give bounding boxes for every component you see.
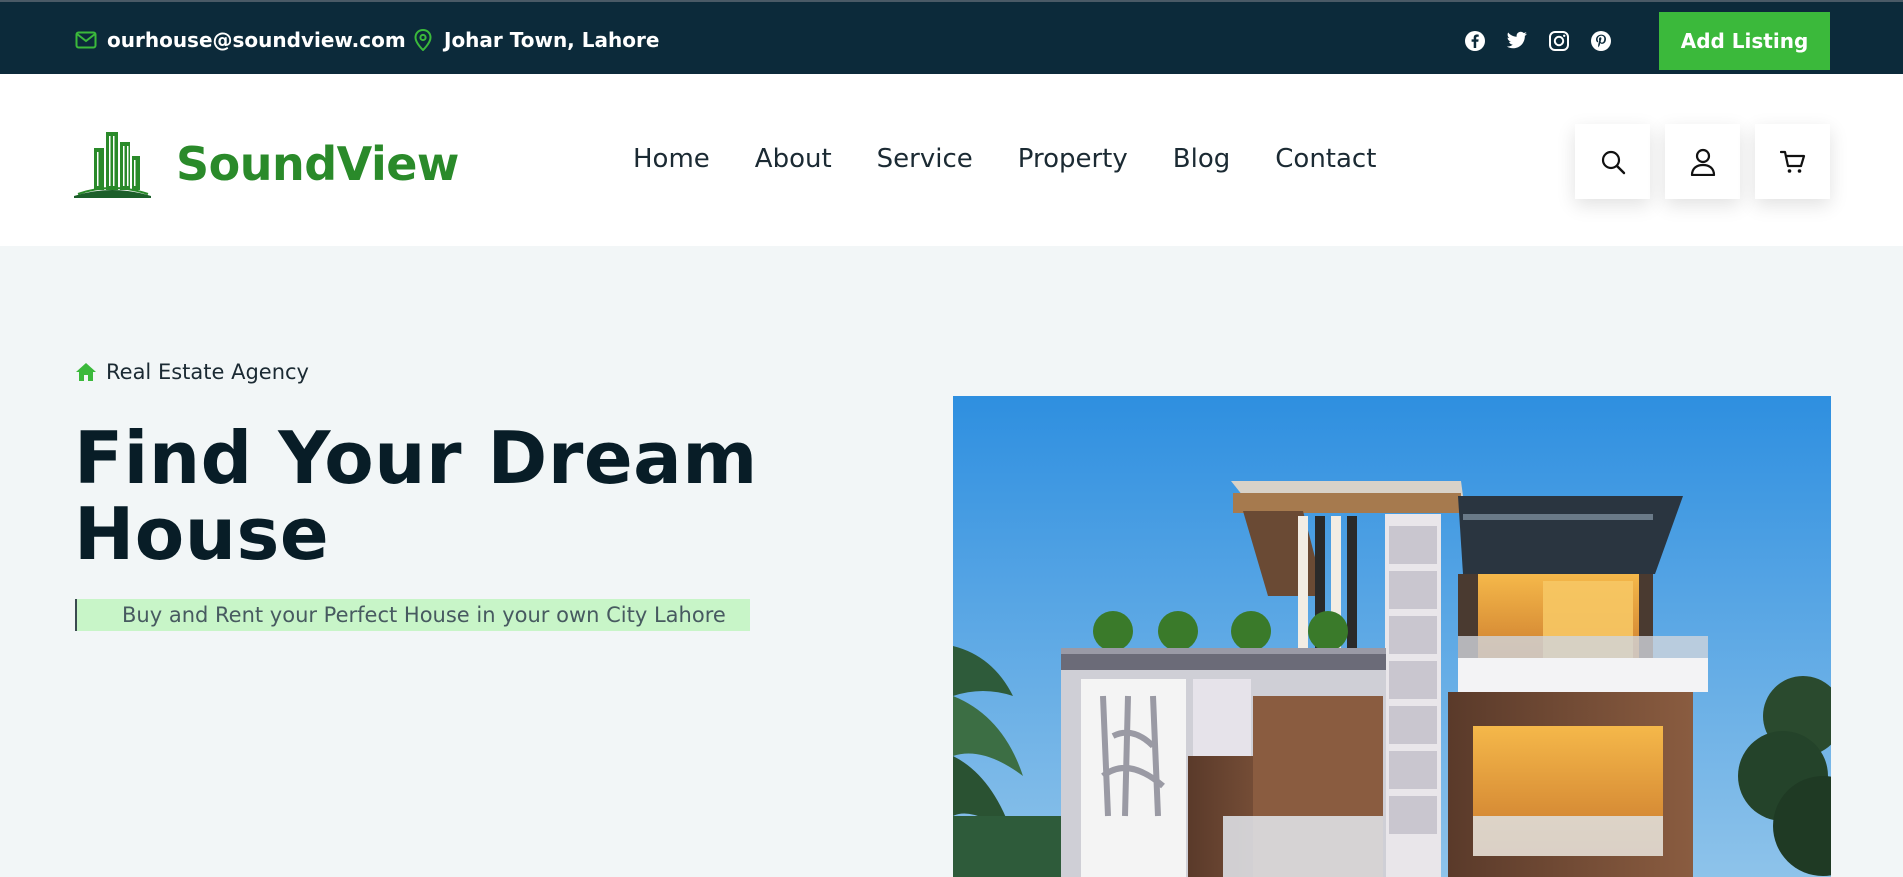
home-icon [76,363,96,381]
user-icon [1690,148,1715,176]
pinterest-icon[interactable] [1589,29,1612,52]
logo[interactable]: SoundView [74,130,459,198]
logo-buildings-icon [74,132,151,198]
twitter-icon[interactable] [1505,29,1528,52]
social-links [1463,29,1612,52]
nav-item-home[interactable]: Home [633,144,710,174]
main-nav: Home About Service Property Blog Contact [633,144,1376,174]
location-pin-icon [412,29,434,51]
facebook-icon[interactable] [1463,29,1486,52]
hero-subtitle: Buy and Rent your Perfect House in your … [75,599,750,631]
cart-icon [1779,150,1805,173]
nav-item-property[interactable]: Property [1018,144,1128,174]
nav-item-about[interactable]: About [755,144,832,174]
search-icon [1601,150,1625,174]
hero-tagline: Real Estate Agency [75,360,309,384]
contact-location-text: Johar Town, Lahore [444,28,660,52]
top-bar: ourhouse@soundview.com Johar Town, Lahor… [0,0,1903,74]
mail-icon [75,29,97,51]
hero-house-image [953,396,1831,877]
contact-email-text: ourhouse@soundview.com [107,28,406,52]
nav-item-contact[interactable]: Contact [1275,144,1376,174]
instagram-icon[interactable] [1547,29,1570,52]
contact-email[interactable]: ourhouse@soundview.com [75,28,406,52]
hero-title: Find Your Dream House [74,416,758,576]
nav-item-service[interactable]: Service [877,144,973,174]
header-actions [1575,124,1830,199]
nav-item-blog[interactable]: Blog [1173,144,1230,174]
account-button[interactable] [1665,124,1740,199]
search-button[interactable] [1575,124,1650,199]
contact-location: Johar Town, Lahore [412,28,659,52]
main-header: SoundView Home About Service Property Bl… [0,74,1903,246]
logo-text: SoundView [176,137,459,191]
add-listing-button[interactable]: Add Listing [1659,12,1830,70]
hero-tagline-text: Real Estate Agency [106,360,309,384]
cart-button[interactable] [1755,124,1830,199]
